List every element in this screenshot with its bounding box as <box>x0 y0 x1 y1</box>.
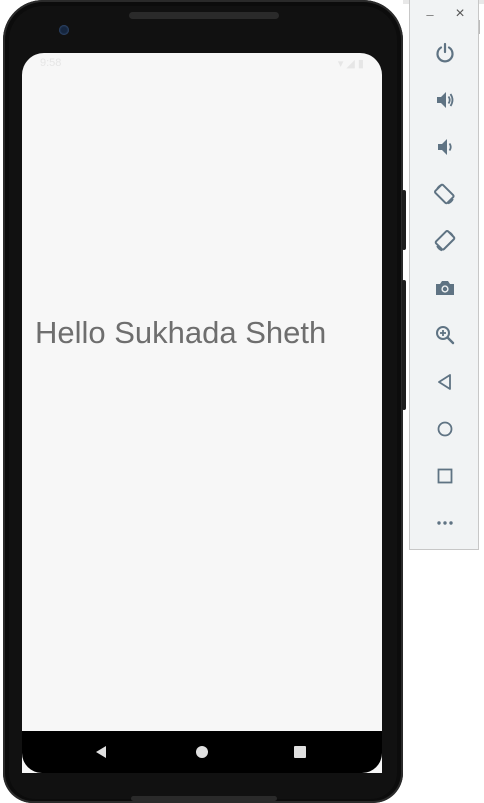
nav-home-button[interactable] <box>172 731 232 773</box>
volume-down-icon <box>438 139 452 155</box>
status-icons: ▾ ◢ ▮ <box>337 58 364 70</box>
home-button[interactable] <box>430 414 460 444</box>
window-edge-mark <box>479 20 484 34</box>
rotate-left-button[interactable] <box>430 179 460 209</box>
power-icon <box>436 42 454 63</box>
rotate-right-icon <box>434 230 456 252</box>
power-button[interactable] <box>430 38 460 68</box>
nav-recents-button[interactable] <box>270 731 330 773</box>
close-button[interactable]: × <box>450 4 470 24</box>
top-speaker <box>129 12 279 19</box>
bottom-speaker <box>131 796 277 801</box>
zoom-button[interactable] <box>430 320 460 350</box>
nav-back-button[interactable] <box>71 731 131 773</box>
overview-icon <box>437 468 453 484</box>
status-time: 9:58 <box>40 57 62 69</box>
home-icon <box>437 421 453 437</box>
back-button[interactable] <box>430 367 460 397</box>
rotate-right-button[interactable] <box>430 226 460 256</box>
zoom-icon <box>436 326 455 345</box>
overview-button[interactable] <box>430 461 460 491</box>
minimize-button[interactable]: – <box>420 4 440 24</box>
recents-square-icon <box>294 746 306 758</box>
camera-icon <box>436 281 454 295</box>
emulator-toolbar: – × <box>409 0 479 550</box>
more-button[interactable] <box>430 508 460 538</box>
device-side-button <box>402 190 406 250</box>
device-side-button <box>402 280 406 410</box>
more-icon <box>437 521 453 525</box>
android-nav-bar <box>22 731 382 773</box>
hello-text: Hello Sukhada Sheth <box>35 315 327 350</box>
volume-up-icon <box>437 92 454 108</box>
screenshot-button[interactable] <box>430 273 460 303</box>
home-circle-icon <box>196 746 208 758</box>
front-camera <box>59 25 69 35</box>
window-controls: – × <box>410 4 480 24</box>
back-triangle-icon <box>96 746 106 758</box>
close-icon: × <box>455 5 465 22</box>
volume-up-button[interactable] <box>430 85 460 115</box>
back-icon <box>438 374 451 390</box>
minimize-icon: – <box>426 6 434 22</box>
volume-down-button[interactable] <box>430 132 460 162</box>
status-bar: 9:58 ▾ ◢ ▮ <box>22 53 382 73</box>
rotate-left-icon <box>434 183 455 205</box>
device-screen: 9:58 ▾ ◢ ▮ Hello Sukhada Sheth <box>22 53 382 773</box>
